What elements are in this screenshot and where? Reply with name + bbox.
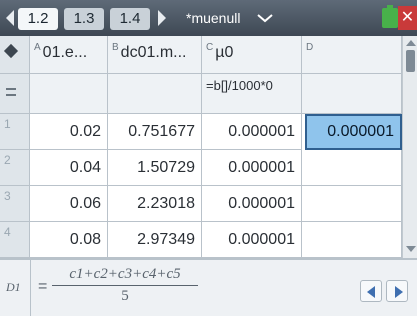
- tab-1-3[interactable]: 1.3: [64, 8, 104, 30]
- tab-bar: 1.2 1.3 1.4 *muenull ✕: [0, 0, 417, 36]
- column-name: dc01.m...: [120, 44, 187, 61]
- divider: [30, 260, 31, 316]
- equals-sign: =: [38, 278, 48, 295]
- formula-cell-c[interactable]: =b[]/1000*0: [202, 74, 302, 114]
- arrow-left-icon: [367, 286, 375, 298]
- formula-input[interactable]: c1+c2+c3+c4+c5 5: [52, 266, 198, 305]
- scroll-tabs-right-icon[interactable]: [158, 10, 166, 26]
- diamond-icon: [3, 43, 19, 59]
- chevron-down-icon[interactable]: [256, 12, 274, 24]
- next-button[interactable]: [386, 280, 408, 302]
- formula-denominator: 5: [121, 288, 129, 304]
- formula-cell-d[interactable]: [302, 74, 402, 114]
- cell-reference: D1: [6, 280, 21, 294]
- formula-row-header: [0, 74, 30, 114]
- table-cell[interactable]: 0.02: [30, 114, 108, 150]
- table-cell[interactable]: 0.06: [30, 186, 108, 222]
- column-letter: A: [34, 42, 41, 53]
- scroll-up-icon[interactable]: [406, 40, 416, 46]
- scroll-tabs-left-icon[interactable]: [6, 10, 14, 26]
- spreadsheet: A 01.e... Bdc01.m... Cµ0 D =b[]/1000*0 1 …: [0, 36, 417, 258]
- battery-icon: [382, 5, 398, 28]
- tab-1-4[interactable]: 1.4: [110, 8, 150, 30]
- vertical-scrollbar[interactable]: [402, 36, 417, 258]
- column-header-d[interactable]: D: [302, 36, 402, 74]
- entry-line: D1 = c1+c2+c3+c4+c5 5: [0, 258, 417, 316]
- selected-cell[interactable]: 0.000001: [305, 114, 402, 150]
- column-letter: C: [206, 42, 214, 53]
- row-header[interactable]: 3: [0, 186, 30, 222]
- table-cell[interactable]: 0.751677: [108, 114, 202, 150]
- table-cell[interactable]: 2.23018: [108, 186, 202, 222]
- column-letter: D: [306, 42, 314, 53]
- document-title[interactable]: *muenull: [186, 10, 240, 26]
- corner-header: [0, 36, 30, 74]
- table-cell[interactable]: [302, 150, 402, 186]
- table-cell[interactable]: 2.97349: [108, 222, 202, 258]
- column-header-a[interactable]: A 01.e...: [30, 36, 108, 74]
- table-cell[interactable]: 0.08: [30, 222, 108, 258]
- table-cell[interactable]: 0.04: [30, 150, 108, 186]
- row-header[interactable]: 2: [0, 150, 30, 186]
- formula-numerator: c1+c2+c3+c4+c5: [52, 266, 198, 286]
- table-cell[interactable]: [302, 186, 402, 222]
- formula-cell-a[interactable]: [30, 74, 108, 114]
- arrow-right-icon: [395, 286, 403, 298]
- row-header[interactable]: 1: [0, 114, 30, 150]
- close-icon[interactable]: ✕: [398, 6, 417, 30]
- table-cell[interactable]: 0.000001: [202, 186, 302, 222]
- table-cell[interactable]: 0.000001: [202, 114, 302, 150]
- previous-button[interactable]: [360, 280, 382, 302]
- column-name: µ0: [215, 44, 234, 61]
- table-cell[interactable]: 1.50729: [108, 150, 202, 186]
- row-header[interactable]: 4: [0, 222, 30, 258]
- scroll-thumb[interactable]: [406, 50, 415, 72]
- table-cell[interactable]: [302, 222, 402, 258]
- scroll-down-icon[interactable]: [406, 246, 416, 252]
- column-header-c[interactable]: Cµ0: [202, 36, 302, 74]
- column-header-b[interactable]: Bdc01.m...: [108, 36, 202, 74]
- table-cell[interactable]: 0.000001: [202, 150, 302, 186]
- formula-cell-b[interactable]: [108, 74, 202, 114]
- tab-1-2[interactable]: 1.2: [18, 8, 58, 30]
- column-letter: B: [112, 42, 119, 53]
- equals-icon: [6, 88, 16, 96]
- column-name: 01.e...: [42, 44, 88, 61]
- table-cell[interactable]: 0.000001: [202, 222, 302, 258]
